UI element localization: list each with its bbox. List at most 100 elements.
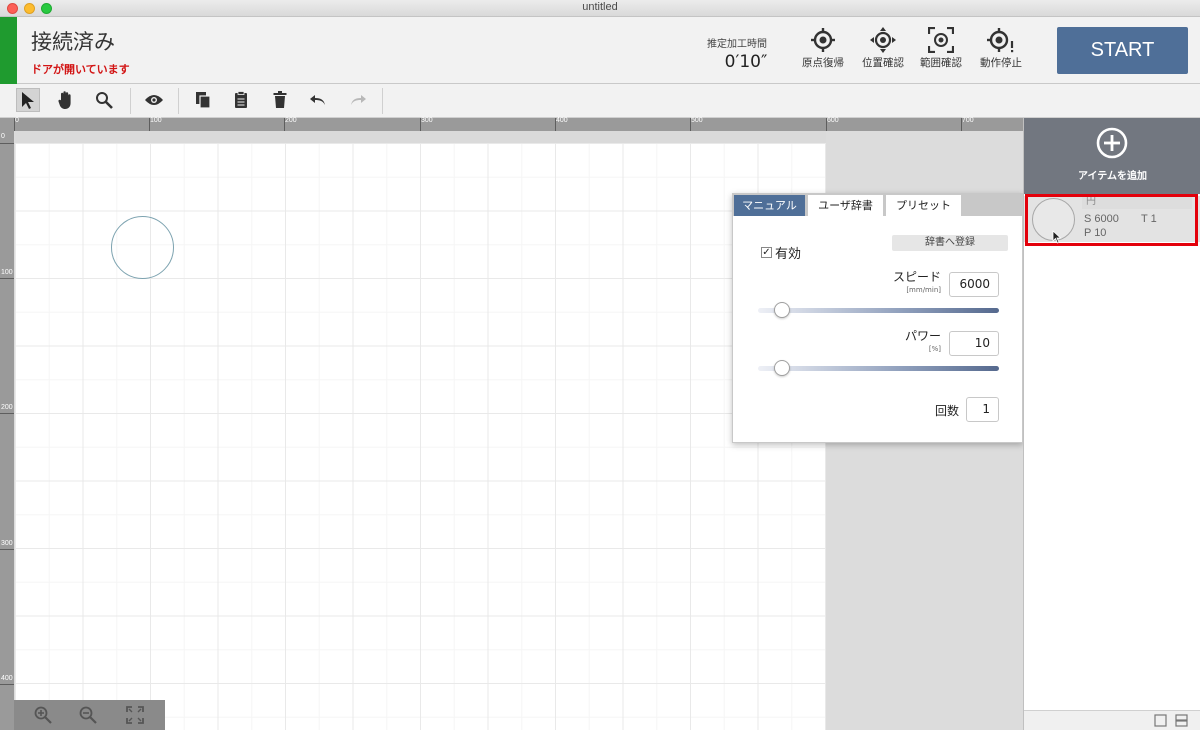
zoom-in-icon — [34, 706, 52, 724]
speed-input[interactable]: 6000 — [949, 272, 999, 297]
ruler-label: 300 — [1, 540, 13, 547]
canvas-margin — [15, 131, 826, 143]
fit-screen-button[interactable] — [124, 704, 146, 726]
add-item-button[interactable]: アイテムを追加 — [1024, 118, 1200, 194]
circle-shape[interactable] — [111, 216, 174, 279]
home-button[interactable]: 原点復帰 — [795, 25, 851, 81]
stop-button-label: 動作停止 — [980, 57, 1022, 69]
ruler-tick — [0, 413, 14, 414]
ruler-label: 500 — [691, 117, 703, 124]
stop-button[interactable]: 動作停止 — [973, 25, 1029, 81]
zoom-tool-button[interactable] — [92, 88, 116, 112]
panel-footer — [1024, 710, 1200, 730]
hand-tool-button[interactable] — [54, 88, 78, 112]
window-titlebar: untitled — [0, 0, 1200, 17]
toolbar-divider — [382, 88, 383, 114]
door-warning: ドアが開いています — [31, 63, 130, 76]
laser-settings-popup: マニュアル ユーザ辞書 プリセット ✓ 有効 辞書へ登録 スピード [mm/mi… — [732, 193, 1023, 443]
eye-icon — [145, 95, 163, 105]
power-slider[interactable] — [758, 366, 999, 371]
copy-icon — [196, 92, 211, 109]
ruler-label: 700 — [962, 117, 974, 124]
magnify-icon — [96, 92, 113, 109]
home-target-icon — [811, 28, 835, 52]
position-check-icon — [870, 27, 896, 53]
popup-tabs: マニュアル ユーザ辞書 プリセット — [733, 194, 1022, 216]
ruler-tick — [0, 143, 14, 144]
ruler-label: 400 — [556, 117, 568, 124]
preview-button[interactable] — [142, 88, 166, 112]
speed-slider-thumb[interactable] — [774, 302, 791, 318]
zoom-in-button[interactable] — [32, 704, 54, 726]
enabled-checkbox[interactable]: ✓ — [761, 247, 772, 258]
zoom-out-button[interactable] — [77, 704, 99, 726]
ruler-label: 100 — [150, 117, 162, 124]
window-title: untitled — [582, 1, 618, 13]
speed-label: スピード — [892, 270, 941, 284]
toolbar-divider — [130, 88, 131, 114]
ruler-label: 0 — [1, 133, 5, 140]
vertical-ruler: 0 100 200 300 400 — [0, 131, 14, 730]
ruler-label: 200 — [1, 404, 13, 411]
hand-icon — [58, 91, 71, 109]
ruler-label: 100 — [1, 269, 13, 276]
position-check-button[interactable]: 位置確認 — [855, 25, 911, 81]
app-header: 接続済み ドアが開いています 推定加工時間 0′10″ 原点復帰 位置確認 範囲… — [0, 17, 1200, 84]
connection-status: 接続済み — [31, 30, 115, 54]
paste-icon — [235, 91, 247, 108]
trash-icon — [273, 91, 287, 108]
toolbar — [0, 84, 1200, 118]
mouse-cursor-icon — [1052, 230, 1062, 244]
add-item-label: アイテムを追加 — [1078, 171, 1147, 182]
ruler-label: 0 — [15, 117, 19, 124]
paste-button[interactable] — [229, 88, 253, 112]
horizontal-ruler: 0 100 200 300 400 500 600 700 — [0, 117, 1023, 131]
estimated-time-value: 0′10″ — [724, 52, 768, 72]
speed-slider[interactable] — [758, 308, 999, 313]
start-button[interactable]: START — [1057, 27, 1188, 74]
enabled-label: 有効 — [775, 247, 802, 262]
power-unit: [%] — [928, 345, 941, 353]
passes-input[interactable]: 1 — [966, 397, 999, 422]
passes-label: 回数 — [934, 404, 959, 418]
undo-button[interactable] — [306, 88, 330, 112]
redo-button[interactable] — [346, 88, 370, 112]
position-check-label: 位置確認 — [862, 57, 904, 69]
ruler-tick — [0, 684, 14, 685]
ruler-tick — [0, 549, 14, 550]
area-check-icon — [928, 27, 954, 53]
ruler-tick — [0, 278, 14, 279]
power-input[interactable]: 10 — [949, 331, 999, 356]
power-slider-thumb[interactable] — [774, 360, 791, 376]
fit-screen-icon — [126, 706, 144, 724]
undo-icon — [310, 95, 325, 105]
zoom-out-icon — [79, 706, 97, 724]
ruler-label: 300 — [421, 117, 433, 124]
estimated-time-label: 推定加工時間 — [707, 39, 767, 50]
ruler-label: 400 — [1, 675, 13, 682]
stop-icon — [987, 28, 1014, 53]
plus-circle-icon — [1096, 127, 1128, 159]
ruler-label: 200 — [285, 117, 297, 124]
toolbar-divider — [178, 88, 179, 114]
tab-user-dictionary[interactable]: ユーザ辞書 — [808, 195, 884, 216]
home-button-label: 原点復帰 — [802, 57, 844, 69]
zoom-controls — [14, 700, 165, 730]
delete-button[interactable] — [268, 88, 292, 112]
select-tool-button[interactable] — [16, 88, 40, 112]
speed-unit: [mm/min] — [906, 286, 941, 294]
tab-preset[interactable]: プリセット — [886, 195, 962, 216]
ruler-label: 600 — [827, 117, 839, 124]
selected-item-highlight — [1025, 194, 1198, 246]
single-view-icon[interactable] — [1154, 714, 1167, 727]
redo-icon — [351, 95, 366, 105]
split-view-icon[interactable] — [1175, 714, 1188, 727]
copy-button[interactable] — [191, 88, 215, 112]
power-label: パワー — [904, 329, 941, 343]
connection-indicator — [0, 17, 17, 84]
area-check-button[interactable]: 範囲確認 — [913, 25, 969, 81]
area-check-label: 範囲確認 — [920, 57, 962, 69]
register-dictionary-button[interactable]: 辞書へ登録 — [892, 235, 1008, 251]
tab-manual[interactable]: マニュアル — [734, 195, 806, 216]
select-arrow-icon — [22, 92, 34, 109]
